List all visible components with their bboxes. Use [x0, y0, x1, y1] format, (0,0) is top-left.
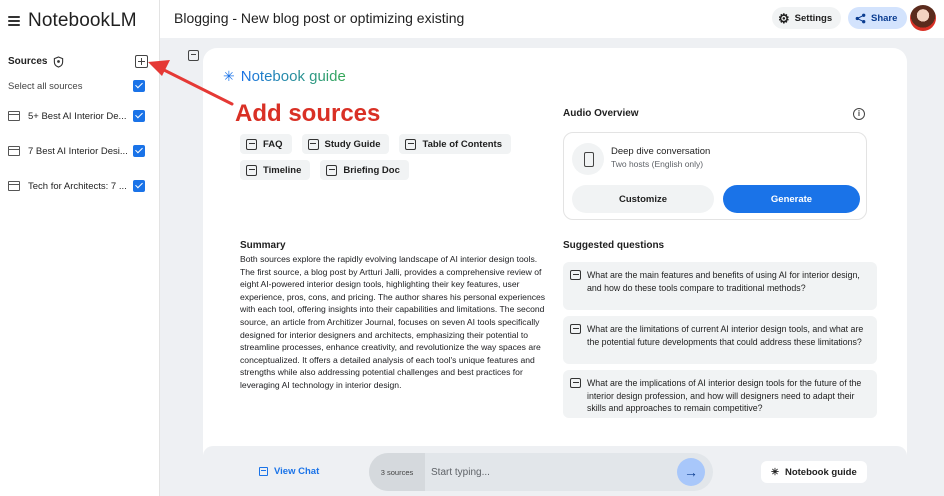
summary-text: Both sources explore the rapidly evolvin…: [240, 254, 546, 390]
source-item[interactable]: 5+ Best AI Interior De...: [8, 110, 145, 122]
notebook-title[interactable]: Blogging - New blog post or optimizing e…: [174, 10, 464, 26]
suggested-question[interactable]: What are the main features and benefits …: [563, 262, 877, 310]
source-item[interactable]: 7 Best AI Interior Desi...: [8, 145, 145, 157]
notes-icon[interactable]: [188, 50, 199, 61]
sources-title: Sources: [8, 56, 48, 67]
question-text: What are the main features and benefits …: [587, 270, 860, 293]
source-label: 5+ Best AI Interior De...: [28, 110, 127, 122]
audio-overview-card: Deep dive conversation Two hosts (Englis…: [563, 132, 867, 220]
chip-label: Timeline: [263, 164, 302, 176]
suggested-question[interactable]: What are the implications of AI interior…: [563, 370, 877, 418]
document-icon: [8, 111, 20, 121]
source-label: 7 Best AI Interior Desi...: [28, 145, 128, 157]
document-icon: [8, 181, 20, 191]
sidebar: NotebookLM Sources Select all sources 5+…: [0, 0, 160, 496]
suggested-questions-title: Suggested questions: [563, 240, 665, 251]
source-checkbox[interactable]: [133, 180, 145, 192]
source-item[interactable]: Tech for Architects: 7 ...: [8, 180, 145, 192]
gear-icon: ⚙: [778, 10, 790, 26]
share-button[interactable]: Share: [848, 7, 908, 29]
note-icon: [405, 138, 417, 150]
summary-title: Summary: [240, 240, 286, 251]
guide-title-text: Notebook guide: [240, 68, 346, 85]
chat-icon: [259, 467, 268, 476]
share-label: Share: [871, 12, 898, 24]
generate-button[interactable]: Generate: [723, 185, 860, 213]
share-icon: [855, 13, 866, 23]
chip-label: Briefing Doc: [343, 164, 400, 176]
speaker-icon: [572, 143, 604, 175]
customize-button[interactable]: Customize: [572, 185, 714, 213]
question-icon: [570, 378, 581, 388]
add-source-icon[interactable]: [135, 55, 148, 68]
menu-icon[interactable]: [8, 16, 20, 26]
source-checkbox[interactable]: [133, 110, 145, 122]
brand: NotebookLM: [8, 10, 137, 32]
audio-card-title: Deep dive conversation: [611, 146, 711, 157]
chat-bar: View Chat 3 sources → ✳ Notebook guide: [203, 446, 907, 496]
chip-table-of-contents[interactable]: Table of Contents: [399, 134, 512, 154]
chip-faq[interactable]: FAQ: [240, 134, 292, 154]
question-icon: [570, 324, 581, 334]
note-icon: [246, 164, 257, 176]
chip-label: Study Guide: [324, 138, 381, 150]
settings-button[interactable]: ⚙ Settings: [772, 7, 842, 29]
notebook-guide-button[interactable]: ✳ Notebook guide: [761, 461, 867, 483]
source-count-badge[interactable]: 3 sources: [369, 453, 425, 491]
sparkle-icon: ✳: [223, 68, 235, 84]
chat-box: 3 sources →: [369, 453, 713, 491]
chip-study-guide[interactable]: Study Guide: [301, 134, 390, 154]
chat-input[interactable]: [431, 463, 631, 481]
chip-label: Table of Contents: [422, 138, 503, 150]
document-icon: [8, 146, 20, 156]
sources-header: Sources: [8, 55, 148, 68]
select-all-label: Select all sources: [8, 80, 83, 92]
view-chat-button[interactable]: View Chat: [259, 466, 319, 477]
app-name: NotebookLM: [28, 10, 137, 31]
source-checkbox[interactable]: [133, 145, 145, 157]
guide-title: ✳ Notebook guide: [223, 68, 346, 85]
chip-timeline[interactable]: Timeline: [240, 160, 311, 180]
notebook-guide-panel: ✳ Notebook guide Add sources FAQ Study G…: [203, 48, 907, 496]
source-label: Tech for Architects: 7 ...: [28, 180, 127, 192]
annotation-add-sources: Add sources: [235, 100, 381, 127]
send-arrow-icon[interactable]: →: [677, 458, 705, 486]
note-icon: [326, 164, 338, 176]
chip-briefing-doc[interactable]: Briefing Doc: [320, 160, 409, 180]
settings-label: Settings: [794, 12, 833, 24]
note-icon: [307, 138, 319, 150]
shield-icon: [54, 55, 64, 68]
notebook-guide-label: Notebook guide: [784, 466, 857, 478]
question-text: What are the implications of AI interior…: [587, 378, 862, 414]
top-bar: Blogging - New blog post or optimizing e…: [160, 0, 944, 38]
question-text: What are the limitations of current AI i…: [587, 324, 864, 347]
sparkle-icon: ✳: [771, 466, 779, 478]
audio-overview-title: Audio Overview: [563, 108, 639, 119]
view-chat-label: View Chat: [274, 466, 320, 477]
info-icon[interactable]: i: [853, 108, 865, 120]
guide-chips: FAQ Study Guide Table of Contents Timeli…: [240, 134, 530, 180]
question-icon: [570, 270, 581, 280]
suggested-question[interactable]: What are the limitations of current AI i…: [563, 316, 877, 364]
audio-card-subtitle: Two hosts (English only): [611, 159, 704, 169]
select-all-row[interactable]: Select all sources: [8, 80, 145, 92]
chip-label: FAQ: [263, 138, 283, 150]
avatar[interactable]: [910, 5, 936, 31]
select-all-checkbox[interactable]: [133, 80, 145, 92]
note-icon: [246, 138, 257, 150]
